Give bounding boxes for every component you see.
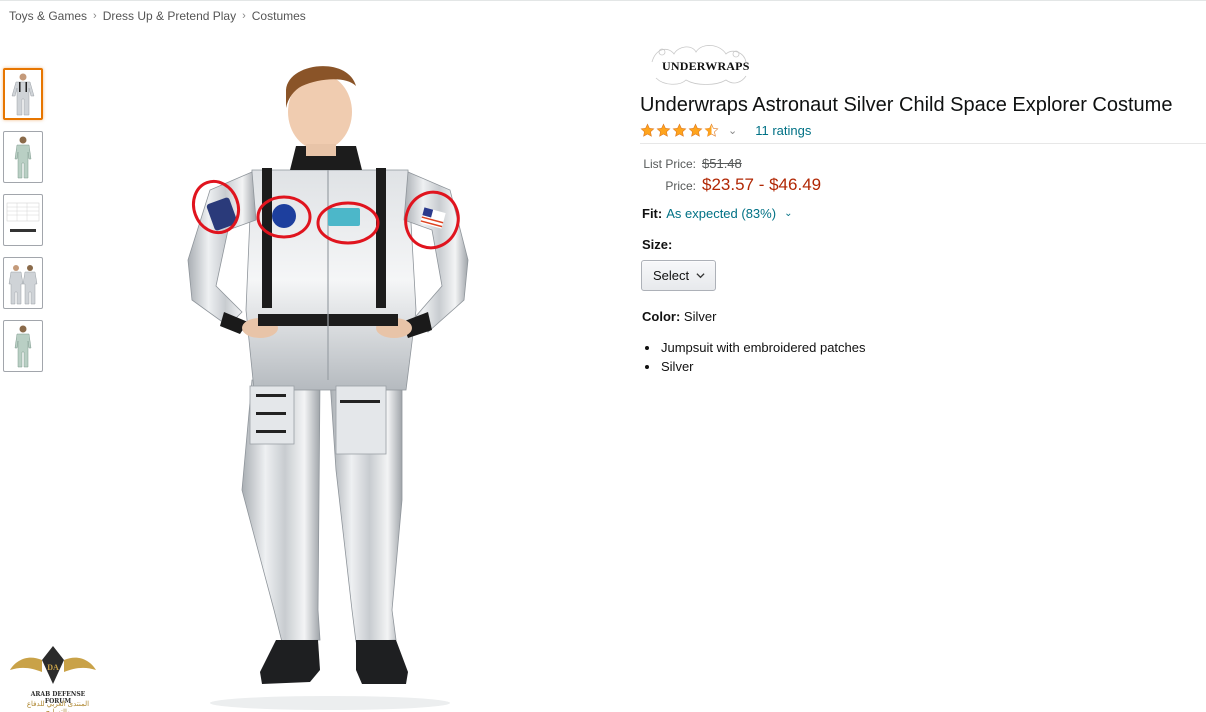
star-rating[interactable] (640, 123, 719, 138)
chevron-down-icon (696, 273, 705, 279)
list-price-row: List Price: $51.48 (640, 156, 821, 173)
fit-chevron-down-icon[interactable]: ⌄ (784, 208, 792, 219)
breadcrumb-costumes[interactable]: Costumes (252, 9, 306, 23)
astronaut-thumbnail-image (11, 73, 35, 116)
list-item: Jumpsuit with embroidered patches (642, 338, 866, 357)
breadcrumb-separator: › (93, 10, 97, 22)
star-full-icon (672, 123, 687, 137)
section-divider (640, 143, 1206, 144)
size-chart-thumbnail-image (6, 202, 40, 232)
breadcrumb: Toys & Games › Dress Up & Pretend Play ›… (9, 9, 306, 23)
feature-bullets: Jumpsuit with embroidered patches Silver (642, 338, 866, 376)
rating-row: ⌄ 11 ratings (640, 122, 811, 138)
star-full-icon (640, 123, 655, 137)
astronaut-girl-thumbnail-image (14, 136, 32, 179)
color-row: Color: Silver (642, 309, 716, 324)
thumbnail-3[interactable] (3, 194, 43, 246)
color-value: Silver (683, 309, 717, 324)
breadcrumb-dress-up[interactable]: Dress Up & Pretend Play (103, 9, 236, 23)
thumbnail-1[interactable] (3, 68, 43, 120)
ratings-count-link[interactable]: 11 ratings (755, 123, 811, 138)
star-full-icon (688, 123, 703, 137)
thumbnail-2[interactable] (3, 131, 43, 183)
bullet-text: Silver (661, 359, 694, 374)
top-border (0, 0, 1206, 1)
fit-row: Fit: As expected (83%) ⌄ (642, 206, 792, 221)
star-full-icon (656, 123, 671, 137)
watermark-line2: المنتدى العربي للدفاع والتسليح (26, 701, 90, 712)
astronaut-girl-thumbnail-image (14, 325, 32, 368)
fit-label: Fit: (642, 206, 663, 221)
two-astronauts-thumbnail-image (8, 265, 38, 305)
star-half-icon (704, 123, 719, 137)
thumbnail-4[interactable] (3, 257, 43, 309)
bullet-icon (645, 364, 649, 369)
price-label: Price: (665, 179, 696, 193)
eagle-logo-icon: DA (10, 646, 96, 684)
breadcrumb-separator: › (242, 10, 246, 22)
product-title: Underwraps Astronaut Silver Child Space … (640, 94, 1173, 116)
brand-logo-text[interactable]: UNDERWRAPS (662, 59, 750, 74)
price-row: Price: $23.57 - $46.49 (640, 175, 822, 194)
size-select-label: Select (653, 268, 690, 283)
size-label: Size: (642, 237, 673, 252)
image-thumbnail-strip (3, 68, 43, 372)
product-main-image[interactable] (170, 50, 490, 712)
thumbnail-5[interactable] (3, 320, 43, 372)
color-label: Color: (642, 309, 681, 324)
svg-text:DA: DA (47, 663, 59, 672)
price-block: List Price: $51.48 Price: $23.57 - $46.4… (640, 156, 822, 194)
arab-defense-forum-watermark: DA ARAB DEFENSE FORUM المنتدى العربي للد… (8, 640, 98, 712)
list-item: Silver (642, 357, 866, 376)
bullet-icon (645, 345, 649, 350)
fit-value-link[interactable]: As expected (83%) (666, 206, 776, 221)
list-price-value: $51.48 (702, 156, 742, 171)
price-value: $23.57 - $46.49 (702, 175, 822, 194)
breadcrumb-toys-games[interactable]: Toys & Games (9, 9, 87, 23)
list-price-label: List Price: (643, 157, 696, 171)
size-select-dropdown[interactable]: Select (641, 260, 716, 291)
bullet-text: Jumpsuit with embroidered patches (661, 340, 866, 355)
rating-chevron-down-icon[interactable]: ⌄ (728, 124, 737, 137)
